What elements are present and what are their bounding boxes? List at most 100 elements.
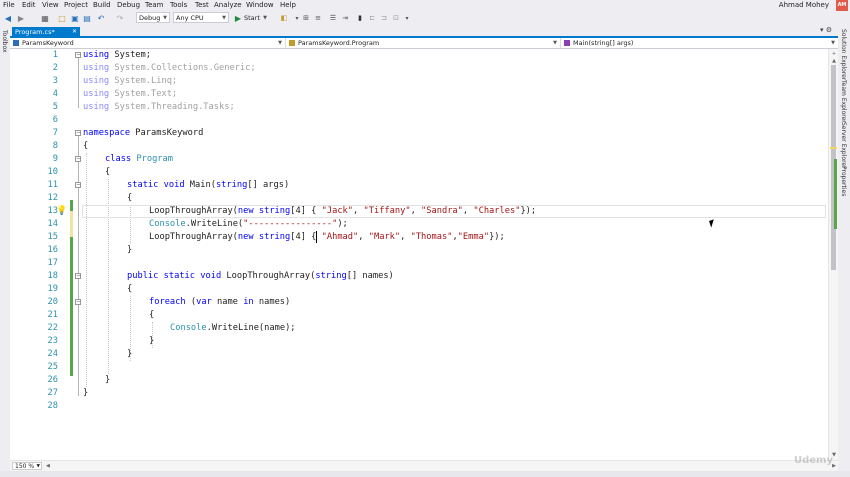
watermark-logo: Udemy <box>794 455 833 466</box>
line-number: 18 <box>47 271 58 281</box>
line-number: 5 <box>52 102 58 112</box>
project-dropdown[interactable]: ParamsKeyword ▼ <box>10 38 286 48</box>
chevron-down-icon: ▼ <box>222 15 226 21</box>
line-number: 4 <box>52 89 58 99</box>
code-line-14: Console.WriteLine("----------------"); <box>149 219 348 229</box>
configuration-value: Debug <box>139 14 161 22</box>
start-icon[interactable]: ▶ <box>234 13 242 24</box>
line-number: 11 <box>47 180 58 190</box>
prev-bookmark-icon[interactable]: ⊏ <box>368 13 376 24</box>
collapse-icon[interactable]: − <box>75 273 81 279</box>
platform-select[interactable]: Any CPU ▼ <box>173 12 229 23</box>
user-name[interactable]: Ahmad Mohey <box>779 1 829 10</box>
line-number: 15 <box>47 232 58 242</box>
bookmark-icon[interactable]: ▮ <box>356 13 364 24</box>
tab-properties[interactable]: Properties <box>840 166 847 196</box>
start-button[interactable]: Start <box>244 13 260 24</box>
menu-project[interactable]: Project <box>64 1 88 10</box>
menu-team[interactable]: Team <box>145 1 164 10</box>
code-line-21: { <box>149 310 155 320</box>
tab-server-explorer[interactable]: Server Explorer <box>840 122 847 169</box>
outline-line <box>77 58 79 108</box>
line-number: 24 <box>47 349 58 359</box>
bookmark-tool-icon[interactable]: ◧ <box>280 13 288 24</box>
code-editor[interactable]: 1 2 3 4 5 6 7 8 9 10 11 12 13 14 15 16 1… <box>10 49 828 460</box>
code-line-27: } <box>83 388 89 398</box>
menu-help[interactable]: Help <box>280 1 296 10</box>
navigate-back-icon[interactable]: ◀ <box>3 13 13 24</box>
menu-edit[interactable]: Edit <box>22 1 36 10</box>
chevron-down-icon: ▼ <box>163 15 167 21</box>
menu-test[interactable]: Test <box>195 1 209 10</box>
save-all-icon[interactable]: ▤ <box>82 13 92 24</box>
scroll-up-icon[interactable]: ▲ <box>830 57 838 65</box>
code-line-3: using System.Linq; <box>83 76 178 86</box>
navigate-forward-icon[interactable]: ▶ <box>16 13 26 24</box>
tab-label: Program.cs* <box>15 28 55 36</box>
collapse-icon[interactable]: − <box>75 182 81 188</box>
csharp-project-icon <box>13 40 19 46</box>
code-line-15: LoopThroughArray(new string[4] { "Ahmad"… <box>149 232 505 242</box>
code-line-7: namespace ParamsKeyword <box>83 128 204 138</box>
status-bar <box>0 471 850 477</box>
menu-window[interactable]: Window <box>246 1 274 10</box>
scroll-left-icon[interactable]: ◀ <box>46 461 50 471</box>
menu-file[interactable]: File <box>3 1 15 10</box>
undo-icon[interactable]: ↶ <box>96 13 106 24</box>
menu-debug[interactable]: Debug <box>117 1 140 10</box>
code-line-5: using System.Threading.Tasks; <box>83 102 235 112</box>
lightbulb-icon[interactable]: 💡 <box>56 206 67 217</box>
tab-program-cs[interactable]: Program.cs* ✕ <box>12 27 80 37</box>
line-number: 6 <box>52 115 58 125</box>
line-number: 22 <box>47 323 58 333</box>
indent-icon[interactable]: ⇥ <box>341 13 349 24</box>
next-bookmark-icon[interactable]: ⊐ <box>380 13 388 24</box>
member-value: Main(string[] args) <box>573 39 634 47</box>
line-number: 21 <box>47 310 58 320</box>
mouse-pointer-icon <box>709 219 716 228</box>
line-number: 25 <box>47 362 58 372</box>
menu-analyze[interactable]: Analyze <box>214 1 242 10</box>
class-value: ParamsKeyword.Program <box>298 39 380 47</box>
method-icon <box>564 40 570 46</box>
line-number: 1 <box>52 50 58 60</box>
clear-bookmark-icon[interactable]: ⊡ <box>392 13 400 24</box>
line-number: 9 <box>52 154 58 164</box>
class-dropdown[interactable]: ParamsKeyword.Program ▼ <box>286 38 561 48</box>
open-file-icon[interactable]: □ <box>57 13 67 24</box>
comment-icon[interactable]: ≡ <box>314 13 322 24</box>
tab-team-explorer[interactable]: Team Explorer <box>840 80 847 123</box>
line-number: 27 <box>47 388 58 398</box>
code-line-23: } <box>149 336 155 346</box>
code-line-9: class Program <box>105 154 174 164</box>
tab-solution-explorer[interactable]: Solution Explorer <box>840 29 847 80</box>
platform-value: Any CPU <box>176 14 204 22</box>
menu-tools[interactable]: Tools <box>170 1 187 10</box>
configuration-select[interactable]: Debug ▼ <box>136 12 170 23</box>
vertical-scrollbar[interactable]: + ▲ ▼ <box>828 49 838 460</box>
zoom-select[interactable]: 150 % ▼ <box>12 462 42 470</box>
format-icon[interactable]: ☰ <box>329 13 337 24</box>
collapse-icon[interactable]: − <box>75 299 81 305</box>
save-icon[interactable]: ▣ <box>70 13 80 24</box>
toolbar-chevron-icon[interactable]: ▾ <box>293 13 301 24</box>
toolbox-strip[interactable]: Toolbox <box>0 26 10 477</box>
code-line-13: LoopThroughArray(new string[4] { "Jack",… <box>149 206 537 216</box>
toolbox-label[interactable]: Toolbox <box>1 30 8 53</box>
menu-view[interactable]: View <box>42 1 59 10</box>
toolbar-overflow-icon[interactable]: ▾ <box>403 13 411 24</box>
find-icon[interactable]: ⊞ <box>302 13 310 24</box>
start-dropdown-icon[interactable]: ▼ <box>262 13 268 24</box>
chevron-down-icon: ▼ <box>36 464 40 469</box>
tab-list-dropdown-icon[interactable]: ▾ ⚙ <box>820 26 832 34</box>
chevron-down-icon: ▼ <box>553 40 557 46</box>
close-icon[interactable]: ✕ <box>72 27 77 37</box>
menu-build[interactable]: Build <box>93 1 111 10</box>
code-line-2: using System.Collections.Generic; <box>83 63 256 73</box>
new-project-icon[interactable]: ▦ <box>40 13 50 24</box>
member-dropdown[interactable]: Main(string[] args) ▼ <box>561 38 838 48</box>
class-icon <box>289 40 295 46</box>
avatar[interactable]: AM <box>836 0 848 11</box>
collapse-icon[interactable]: − <box>75 156 81 162</box>
redo-icon[interactable]: ↷ <box>115 13 125 24</box>
